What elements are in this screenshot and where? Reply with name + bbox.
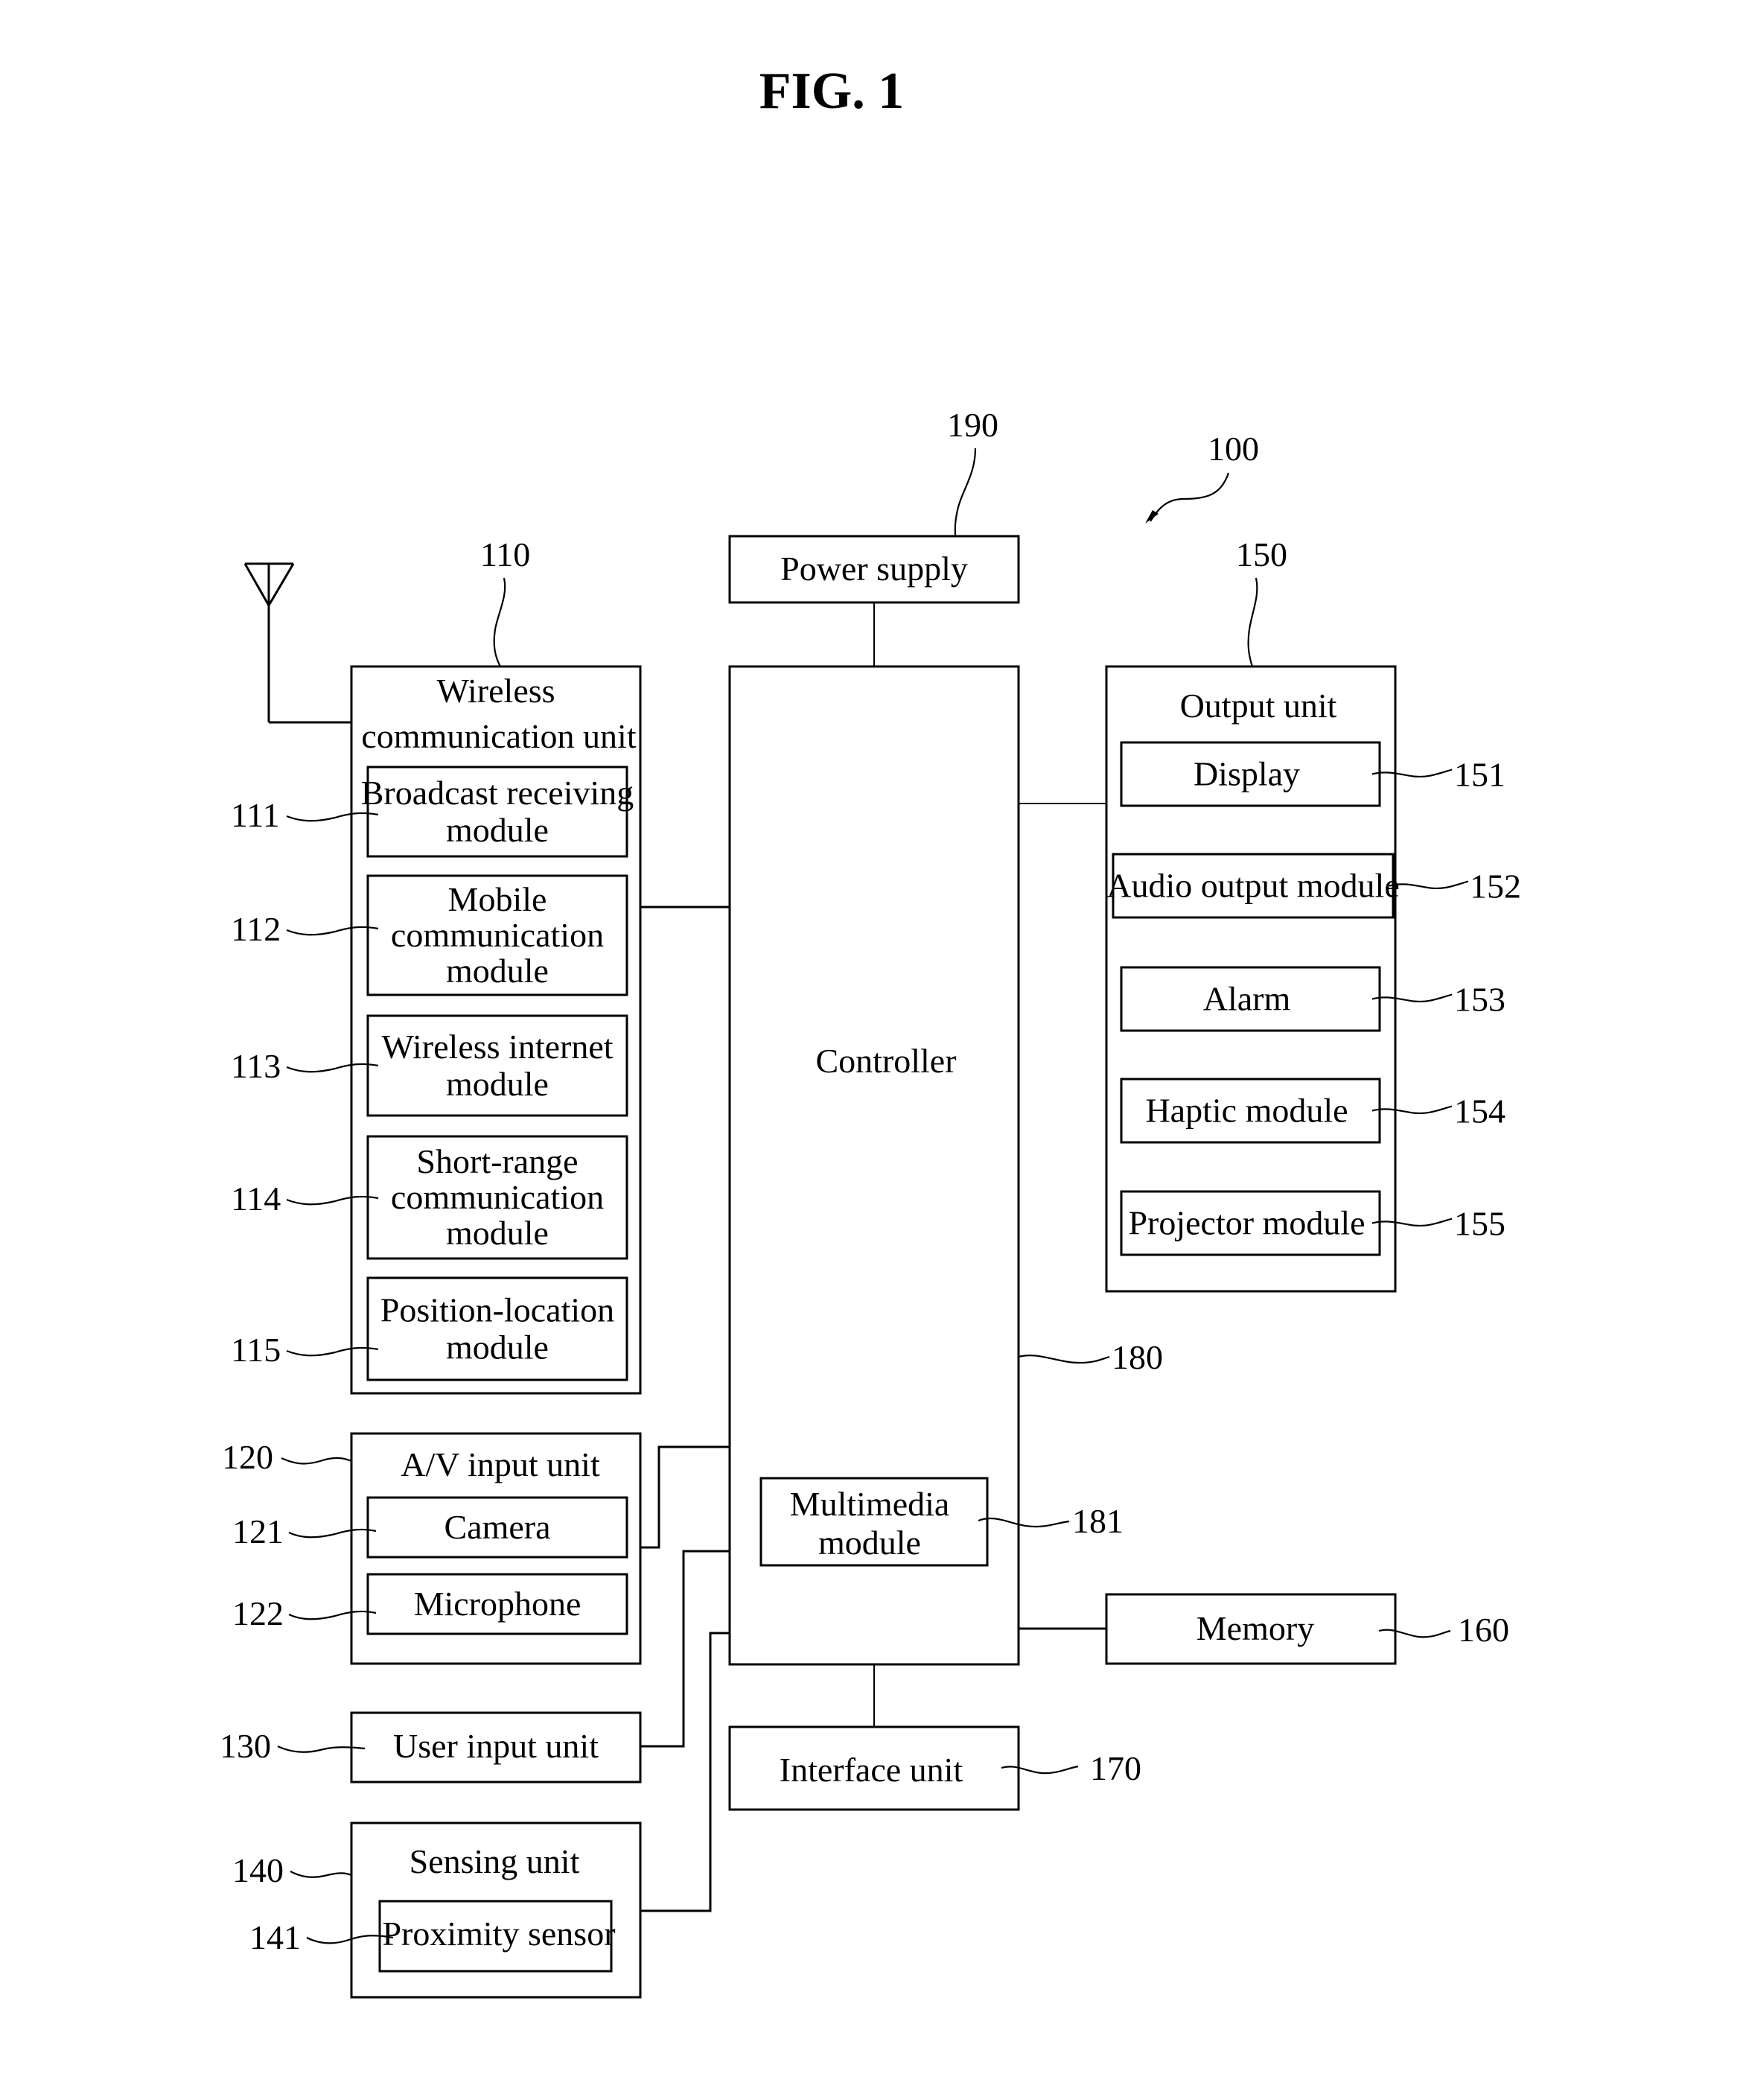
ref-154: 154 [1454,1092,1505,1130]
wireless-module[interactable]: Wireless internetmodule 113 [231,1014,628,1117]
output-module-label: Audio output module [1106,867,1400,905]
ref-111: 111 [231,796,280,834]
output-module[interactable]: Alarm 153 [1120,966,1505,1032]
wireless-module-label-line: Mobile [448,880,547,918]
interface-unit[interactable]: Interface unit 170 [728,1725,1141,1811]
ref-110: 110 [480,535,530,573]
ref-120: 120 [222,1438,273,1476]
controller-label: Controller [815,1042,956,1080]
wireless-unit-label-line-1: Wireless [436,672,555,710]
wireless-module[interactable]: Short-rangecommunicationmodule 114 [231,1135,628,1260]
leader-140 [290,1871,352,1878]
output-module[interactable]: Projector module 155 [1120,1190,1505,1256]
leader-190 [954,448,977,537]
ref-113: 113 [231,1047,281,1085]
ref-141: 141 [249,1918,301,1956]
av-module-label: Microphone [414,1585,581,1623]
ref-152: 152 [1470,868,1521,906]
ref-115: 115 [231,1331,281,1369]
wireless-module-label-line: module [446,1329,549,1366]
ref-180: 180 [1112,1338,1163,1376]
memory-block[interactable]: Memory 160 [1105,1593,1509,1665]
multimedia-label-line-1: Multimedia [790,1485,950,1523]
ref-121: 121 [232,1512,284,1550]
power-supply-block[interactable]: Power supply 190 [728,406,1020,604]
wireless-communication-unit[interactable]: Wireless communication unit 110 Broadcas… [231,535,642,1395]
av-module-label: Camera [444,1508,550,1546]
output-unit[interactable]: Output unit 150 Display 151 Audio output m… [1105,535,1521,1293]
wireless-module-label-line: module [446,1214,549,1252]
wireless-module-label-line: Short-range [416,1142,578,1180]
interface-unit-label: Interface unit [780,1751,963,1789]
multimedia-label-line-2: module [818,1524,921,1562]
ref-160: 160 [1458,1611,1509,1649]
ref-170: 170 [1090,1749,1141,1787]
output-module-label: Haptic module [1145,1092,1348,1130]
av-controller-link [640,1445,730,1549]
figure-title: FIG. 1 [759,63,904,120]
ref-122: 122 [232,1594,284,1632]
leader-152 [1389,880,1469,890]
av-module[interactable]: Microphone 122 [232,1573,628,1635]
av-unit-label: A/V input unit [401,1445,600,1483]
ref-153: 153 [1454,981,1505,1019]
wireless-module-label-line: module [446,811,549,849]
sensing-unit-label: Sensing unit [410,1842,580,1880]
av-module[interactable]: Camera 121 [232,1496,628,1559]
output-module-label: Display [1194,755,1300,793]
device-reference: 100 [1145,430,1259,524]
wireless-module-label-line: communication [391,1178,604,1216]
memory-label: Memory [1196,1609,1314,1647]
antenna-icon [243,562,351,724]
user-input-unit[interactable]: User input unit 130 [220,1711,642,1784]
wireless-module[interactable]: Broadcast receivingmodule 111 [231,766,634,858]
sensing-controller-link [640,1632,730,1912]
wireless-module-label-line: communication [391,916,604,954]
wireless-module[interactable]: Mobilecommunicationmodule 112 [231,874,628,996]
ref-114: 114 [231,1180,281,1218]
output-module-label: Projector module [1128,1204,1365,1242]
ref-181: 181 [1072,1502,1124,1540]
device-arrow-leader [1150,472,1230,522]
wireless-module-label-line: module [446,1065,549,1103]
ref-151: 151 [1454,756,1505,794]
sensing-unit[interactable]: Sensing unit 140 Proximity sensor 141 [232,1821,642,1999]
leader-150 [1247,577,1258,667]
user-input-label: User input unit [393,1727,599,1765]
ref-100: 100 [1208,430,1259,468]
ref-155: 155 [1454,1205,1505,1243]
ref-140: 140 [232,1851,284,1889]
proximity-sensor-label: Proximity sensor [382,1915,615,1953]
wireless-module-label-line: Wireless internet [381,1028,613,1066]
leader-180 [1018,1355,1110,1364]
block-diagram: FIG. 1 100 Power supply 190 Controller 1… [220,63,1521,1999]
wireless-module[interactable]: Position-locationmodule 115 [231,1276,628,1381]
ref-150: 150 [1236,535,1287,573]
leader-120 [281,1457,352,1465]
output-module-label: Alarm [1203,980,1291,1018]
user-input-controller-link [640,1550,730,1748]
wireless-unit-label-line-2: communication unit [361,717,636,755]
controller-block[interactable]: Controller 180 Multimedia module 181 [728,665,1163,1666]
wireless-module-label-line: module [446,952,549,990]
output-module[interactable]: Audio output module 152 [1106,853,1521,919]
wireless-module-label-line: Broadcast receiving [361,774,634,812]
ref-190: 190 [947,406,998,444]
ref-112: 112 [231,910,281,948]
leader-110 [493,577,506,667]
power-supply-label: Power supply [780,550,968,588]
output-module[interactable]: Display 151 [1120,741,1505,807]
output-unit-label: Output unit [1180,687,1337,725]
ref-130: 130 [220,1727,271,1765]
wireless-module-label-line: Position-location [380,1291,614,1329]
output-module[interactable]: Haptic module 154 [1120,1078,1505,1144]
av-input-unit[interactable]: A/V input unit 120 Camera 121 Microphone 12… [222,1432,642,1665]
